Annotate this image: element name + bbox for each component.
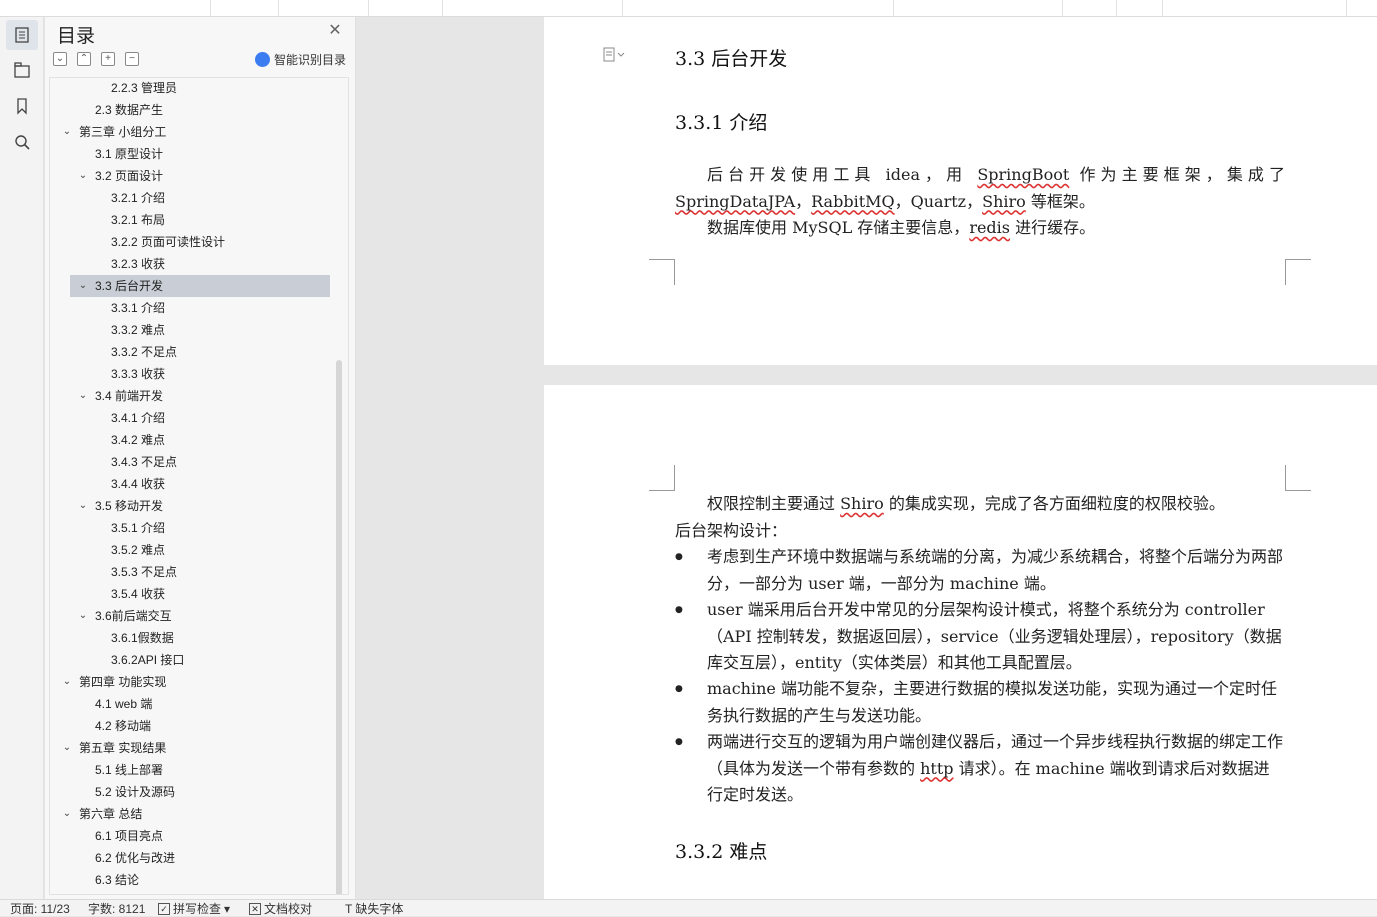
document-page: 权限控制主要通过 Shiro 的集成实现，完成了各方面细粒度的权限校验。 后台架…	[544, 385, 1377, 899]
chevron-down-icon[interactable]: ⌄	[78, 605, 88, 627]
ribbon-strip	[0, 0, 1377, 17]
heading-3-3-1: 3.3.1 介绍	[675, 112, 768, 134]
toc-item[interactable]: 3.3.2 不足点	[111, 341, 177, 363]
toc-item[interactable]: 第六章 总结	[79, 803, 142, 825]
chevron-down-icon[interactable]: ⌄	[78, 275, 88, 297]
toc-item[interactable]: 3.5.4 收获	[111, 583, 165, 605]
bullet-item: machine 端功能不复杂，主要进行数据的模拟发送功能，实现为通过一个定时任务…	[675, 676, 1285, 729]
crop-mark	[649, 259, 675, 285]
toc-item[interactable]: 3.5.1 介绍	[111, 517, 165, 539]
toc-item[interactable]: 3.6.1假数据	[111, 627, 174, 649]
crop-mark	[1285, 259, 1311, 285]
search-button[interactable]	[6, 127, 38, 157]
document-page: 3.3 后台开发 3.3.1 介绍 后台开发使用工具 idea，用 Spring…	[544, 17, 1377, 365]
toc-item[interactable]: 4.2 移动端	[95, 715, 151, 737]
missing-font-button[interactable]: T 缺失字体	[345, 901, 403, 917]
ai-assistant-icon	[255, 51, 270, 67]
paragraph: 后台开发使用工具 idea，用 SpringBoot 作为主要框架，集成了 Sp…	[675, 165, 1285, 237]
toc-item[interactable]: 3.5.3 不足点	[111, 561, 177, 583]
chevron-down-icon[interactable]: ⌄	[62, 803, 72, 825]
toc-item[interactable]: 3.3 后台开发	[95, 275, 163, 297]
checkbox-icon: ✓	[158, 903, 170, 915]
proofread-button[interactable]: ✕ 文档校对	[249, 901, 312, 917]
navigation-rail	[0, 17, 44, 899]
toc-item[interactable]: 3.3.3 收获	[111, 363, 165, 385]
toc-item[interactable]: 3.5.2 难点	[111, 539, 165, 561]
toc-item[interactable]: 5.1 线上部署	[95, 759, 163, 781]
toc-item[interactable]: 3.4.2 难点	[111, 429, 165, 451]
chevron-down-icon[interactable]: ⌄	[62, 671, 72, 693]
toc-item[interactable]: 第五章 实现结果	[79, 737, 166, 759]
font-icon: T	[345, 902, 353, 916]
add-heading-icon[interactable]: +	[101, 52, 115, 66]
chevron-down-icon[interactable]: ⌄	[78, 165, 88, 187]
bullet-item: 两端进行交互的逻辑为用户端创建仪器后，通过一个异步线程执行数据的绑定工作（具体为…	[675, 729, 1285, 809]
search-icon	[15, 135, 30, 150]
chevron-down-icon[interactable]: ⌄	[62, 121, 72, 143]
dropdown-arrow-icon: ▾	[224, 902, 231, 916]
smart-toc-button[interactable]: 智能识别目录	[255, 50, 346, 68]
paragraph: 权限控制主要通过 Shiro 的集成实现，完成了各方面细粒度的权限校验。 后台架…	[675, 494, 1225, 540]
toc-item[interactable]: 3.4.3 不足点	[111, 451, 177, 473]
page-count[interactable]: 页面: 11/23	[10, 901, 70, 917]
paragraph-doc-icon[interactable]	[602, 47, 626, 63]
toc-item[interactable]: 3.3.1 介绍	[111, 297, 165, 319]
heading-3-3-2: 3.3.2 难点	[675, 841, 768, 863]
toc-item[interactable]: 3.2.1 布局	[111, 209, 165, 231]
remove-heading-icon[interactable]: −	[125, 52, 139, 66]
toc-item[interactable]: 2.2.3 管理员	[111, 78, 177, 99]
toc-list: 2.2.3 管理员 2.3 数据产生 ⌄ 第三章 小组分工 3.1 原型设计 ⌄ 3.2 页…	[49, 77, 349, 895]
toc-panel-button[interactable]	[6, 20, 38, 50]
toc-item[interactable]: 6.3 结论	[95, 869, 139, 891]
word-count[interactable]: 字数: 8121	[88, 901, 145, 917]
toc-item[interactable]: 3.2.1 介绍	[111, 187, 165, 209]
toc-item[interactable]: 第三章 小组分工	[79, 121, 166, 143]
toc-item[interactable]: 3.2 页面设计	[95, 165, 163, 187]
toc-item[interactable]: 6.1 项目亮点	[95, 825, 163, 847]
chapter-icon	[14, 62, 30, 78]
toc-item[interactable]: 6.2 优化与改进	[95, 847, 175, 869]
toc-item[interactable]: 3.3.2 难点	[111, 319, 165, 341]
toc-item[interactable]: 3.4 前端开发	[95, 385, 163, 407]
toc-item[interactable]: 3.5 移动开发	[95, 495, 163, 517]
toc-toolbar: ⌄ ⌃ + −	[53, 52, 139, 66]
collapse-icon[interactable]: ⌄	[53, 52, 67, 66]
bullet-item: 考虑到生产环境中数据端与系统端的分离，为减少系统耦合，将整个后端分为两部分，一部…	[675, 544, 1285, 597]
toc-scrollbar[interactable]	[336, 360, 342, 894]
toc-item[interactable]: 3.4.4 收获	[111, 473, 165, 495]
toc-panel: 目录 ✕ ⌄ ⌃ + − 智能识别目录 2.2.3 管理员 2.3 数据产生 ⌄ 第三…	[45, 17, 356, 899]
document-canvas: 3.3 后台开发 3.3.1 介绍 后台开发使用工具 idea，用 Spring…	[357, 17, 1377, 899]
close-icon[interactable]: ✕	[327, 23, 343, 39]
spell-check-toggle[interactable]: ✓ 拼写检查 ▾	[158, 901, 230, 917]
toc-item[interactable]: 3.6.2API 接口	[111, 649, 184, 671]
toc-item[interactable]: 第四章 功能实现	[79, 671, 166, 693]
toc-item[interactable]: 5.2 设计及源码	[95, 781, 175, 803]
chevron-down-icon[interactable]: ⌄	[78, 495, 88, 517]
heading-3-3: 3.3 后台开发	[675, 48, 788, 70]
bullet-item: user 端采用后台开发中常见的分层架构设计模式，将整个系统分为 control…	[675, 597, 1285, 677]
bookmark-button[interactable]	[6, 91, 38, 121]
document-outline-icon	[15, 27, 29, 43]
chevron-down-icon[interactable]: ⌄	[78, 385, 88, 407]
toc-item[interactable]: 2.3 数据产生	[95, 99, 163, 121]
chapter-nav-button[interactable]	[6, 55, 38, 85]
bookmark-icon	[17, 98, 27, 115]
chevron-down-icon[interactable]: ⌄	[62, 737, 72, 759]
toc-item[interactable]: 3.4.1 介绍	[111, 407, 165, 429]
smart-toc-label: 智能识别目录	[274, 52, 347, 67]
toc-item[interactable]: 3.2.2 页面可读性设计	[111, 231, 225, 253]
toc-item[interactable]: 4.1 web 端	[95, 693, 152, 715]
expand-up-icon[interactable]: ⌃	[77, 52, 91, 66]
toc-item[interactable]: 3.2.3 收获	[111, 253, 165, 275]
close-box-icon: ✕	[249, 903, 261, 915]
status-bar: 页面: 11/23 字数: 8121 ✓ 拼写检查 ▾ ✕ 文档校对 T 缺失字体	[0, 899, 1377, 916]
toc-item[interactable]: 3.1 原型设计	[95, 143, 163, 165]
toc-item[interactable]: 3.6前后端交互	[95, 605, 172, 627]
crop-mark	[1285, 465, 1311, 491]
toc-title: 目录	[57, 25, 96, 47]
crop-mark	[649, 465, 675, 491]
